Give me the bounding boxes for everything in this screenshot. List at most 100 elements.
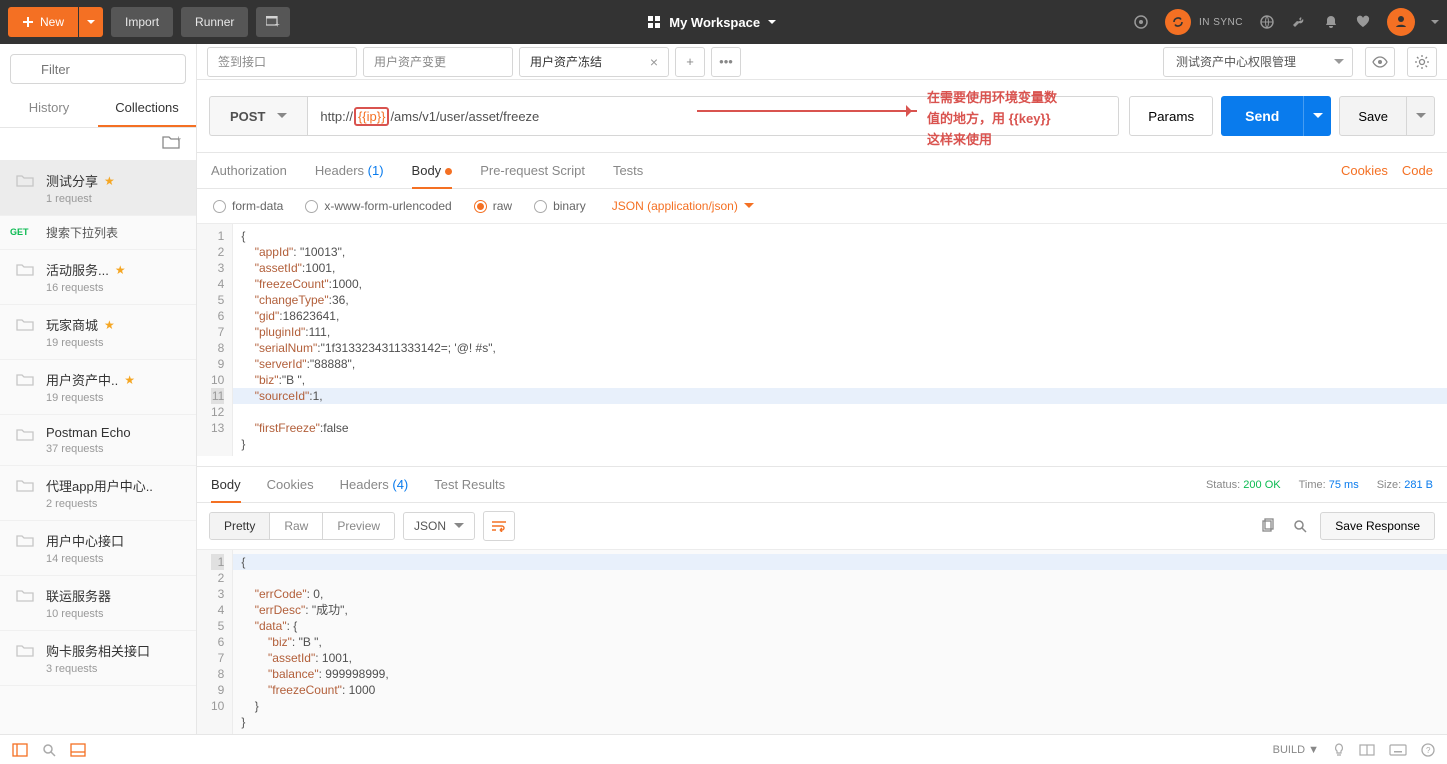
method-label: POST [230, 109, 265, 124]
globe-icon[interactable] [1259, 14, 1275, 30]
runner-button[interactable]: Runner [181, 7, 248, 37]
chevron-down-icon [1334, 58, 1344, 66]
tab-prerequest[interactable]: Pre-request Script [480, 153, 585, 188]
keyboard-icon[interactable] [1389, 744, 1407, 756]
bell-icon[interactable] [1323, 14, 1339, 30]
chevron-down-icon[interactable] [1431, 18, 1439, 26]
tab-history[interactable]: History [0, 90, 98, 127]
radio-formdata[interactable]: form-data [213, 199, 283, 213]
svg-text:+: + [176, 134, 181, 144]
gear-icon [1414, 54, 1430, 70]
view-pretty[interactable]: Pretty [210, 513, 270, 539]
request-tab[interactable]: 用户资产变更 [363, 47, 513, 77]
tab-headers[interactable]: Headers (1) [315, 153, 384, 188]
collection-item[interactable]: 玩家商城 ★19 requests [0, 305, 196, 360]
new-label: New [40, 15, 64, 29]
resp-tab-body[interactable]: Body [211, 467, 241, 502]
star-icon: ★ [124, 373, 135, 387]
user-avatar[interactable] [1387, 8, 1415, 36]
collection-item[interactable]: 活动服务... ★16 requests [0, 250, 196, 305]
collection-meta: 10 requests [46, 608, 186, 620]
new-dropdown[interactable] [79, 7, 103, 37]
tab-body[interactable]: Body [412, 153, 453, 188]
collection-item[interactable]: 用户资产中.. ★ 19 requests [0, 360, 196, 415]
collection-item[interactable]: 用户中心接口 14 requests [0, 521, 196, 576]
collection-item[interactable]: 联运服务器10 requests [0, 576, 196, 631]
collection-item[interactable]: 代理app用户中心..2 requests [0, 466, 196, 521]
tab-authorization[interactable]: Authorization [211, 153, 287, 188]
find-icon[interactable] [42, 743, 56, 757]
collection-meta: 19 requests [46, 392, 186, 404]
chevron-down-icon [87, 18, 95, 26]
heart-icon[interactable] [1355, 14, 1371, 30]
sync-label: IN SYNC [1199, 17, 1243, 28]
close-icon[interactable]: × [650, 54, 658, 70]
folder-icon [16, 427, 34, 441]
view-raw[interactable]: Raw [270, 513, 323, 539]
collection-item[interactable]: 测试分享 ★1 request [0, 161, 196, 216]
env-settings-button[interactable] [1407, 47, 1437, 77]
radio-raw[interactable]: raw [474, 199, 512, 213]
new-button-group: New [8, 7, 103, 37]
filter-input[interactable] [10, 54, 186, 84]
save-dropdown[interactable] [1407, 96, 1435, 136]
capture-icon[interactable] [1133, 14, 1149, 30]
workspace-selector[interactable]: My Workspace [647, 15, 776, 30]
radio-urlencoded[interactable]: x-www-form-urlencoded [305, 199, 451, 213]
request-tab[interactable]: 签到接口 [207, 47, 357, 77]
star-icon: ★ [104, 318, 115, 332]
star-icon: ★ [104, 174, 115, 188]
request-tab[interactable]: 用户资产冻结× [519, 47, 669, 77]
search-response-icon[interactable] [1288, 514, 1312, 538]
collection-meta: 14 requests [46, 553, 186, 565]
send-button[interactable]: Send [1221, 96, 1303, 136]
resp-tab-headers[interactable]: Headers (4) [340, 467, 409, 502]
request-body-editor[interactable]: 12345678910111213 { "appId": "10013", "a… [197, 224, 1447, 456]
tab-tests[interactable]: Tests [613, 153, 643, 188]
environment-selector[interactable]: 测试资产中心权限管理 [1163, 47, 1353, 77]
save-response-button[interactable]: Save Response [1320, 512, 1435, 540]
tab-overflow-button[interactable]: ••• [711, 47, 741, 77]
response-body-viewer[interactable]: 12345678910 { "errCode": 0, "errDesc": "… [197, 550, 1447, 734]
resp-tab-cookies[interactable]: Cookies [267, 467, 314, 502]
collection-meta: 16 requests [46, 282, 186, 294]
bulb-icon[interactable] [1333, 743, 1345, 757]
request-item[interactable]: GET搜索下拉列表 [0, 216, 196, 250]
folder-icon [16, 643, 34, 657]
radio-binary[interactable]: binary [534, 199, 586, 213]
resp-tab-testresults[interactable]: Test Results [434, 467, 505, 502]
link-code[interactable]: Code [1402, 163, 1433, 178]
collection-item[interactable]: Postman Echo37 requests [0, 415, 196, 466]
copy-response-icon[interactable] [1256, 514, 1280, 538]
params-button[interactable]: Params [1129, 96, 1213, 136]
method-selector[interactable]: POST [209, 96, 307, 136]
sync-status[interactable]: IN SYNC [1165, 9, 1243, 35]
sidebar-toggle-icon[interactable] [12, 743, 28, 757]
build-label[interactable]: BUILD ▼ [1273, 744, 1319, 756]
grid-icon [647, 15, 661, 29]
collection-name: 用户中心接口 [46, 531, 186, 550]
collection-name: Postman Echo [46, 425, 186, 440]
view-preview[interactable]: Preview [323, 513, 394, 539]
send-dropdown[interactable] [1303, 96, 1331, 136]
save-button[interactable]: Save [1339, 96, 1407, 136]
format-selector[interactable]: JSON [403, 512, 475, 540]
add-tab-button[interactable]: + [675, 47, 705, 77]
env-quicklook-button[interactable] [1365, 47, 1395, 77]
chevron-down-icon [1416, 112, 1426, 120]
content-type-selector[interactable]: JSON (application/json) [612, 199, 754, 213]
new-button[interactable]: New [8, 7, 78, 37]
new-collection-icon[interactable]: + [162, 134, 182, 150]
tab-collections[interactable]: Collections [98, 90, 196, 127]
console-icon[interactable] [70, 743, 86, 757]
workspace-name: My Workspace [669, 15, 760, 30]
new-window-button[interactable]: + [256, 7, 290, 37]
two-pane-icon[interactable] [1359, 744, 1375, 756]
wrap-toggle[interactable] [483, 511, 515, 541]
link-cookies[interactable]: Cookies [1341, 163, 1388, 178]
import-button[interactable]: Import [111, 7, 173, 37]
wrench-icon[interactable] [1291, 14, 1307, 30]
collection-name: 用户资产中.. ★ [46, 370, 186, 389]
collection-item[interactable]: 购卡服务相关接口3 requests [0, 631, 196, 686]
help-icon[interactable]: ? [1421, 743, 1435, 757]
